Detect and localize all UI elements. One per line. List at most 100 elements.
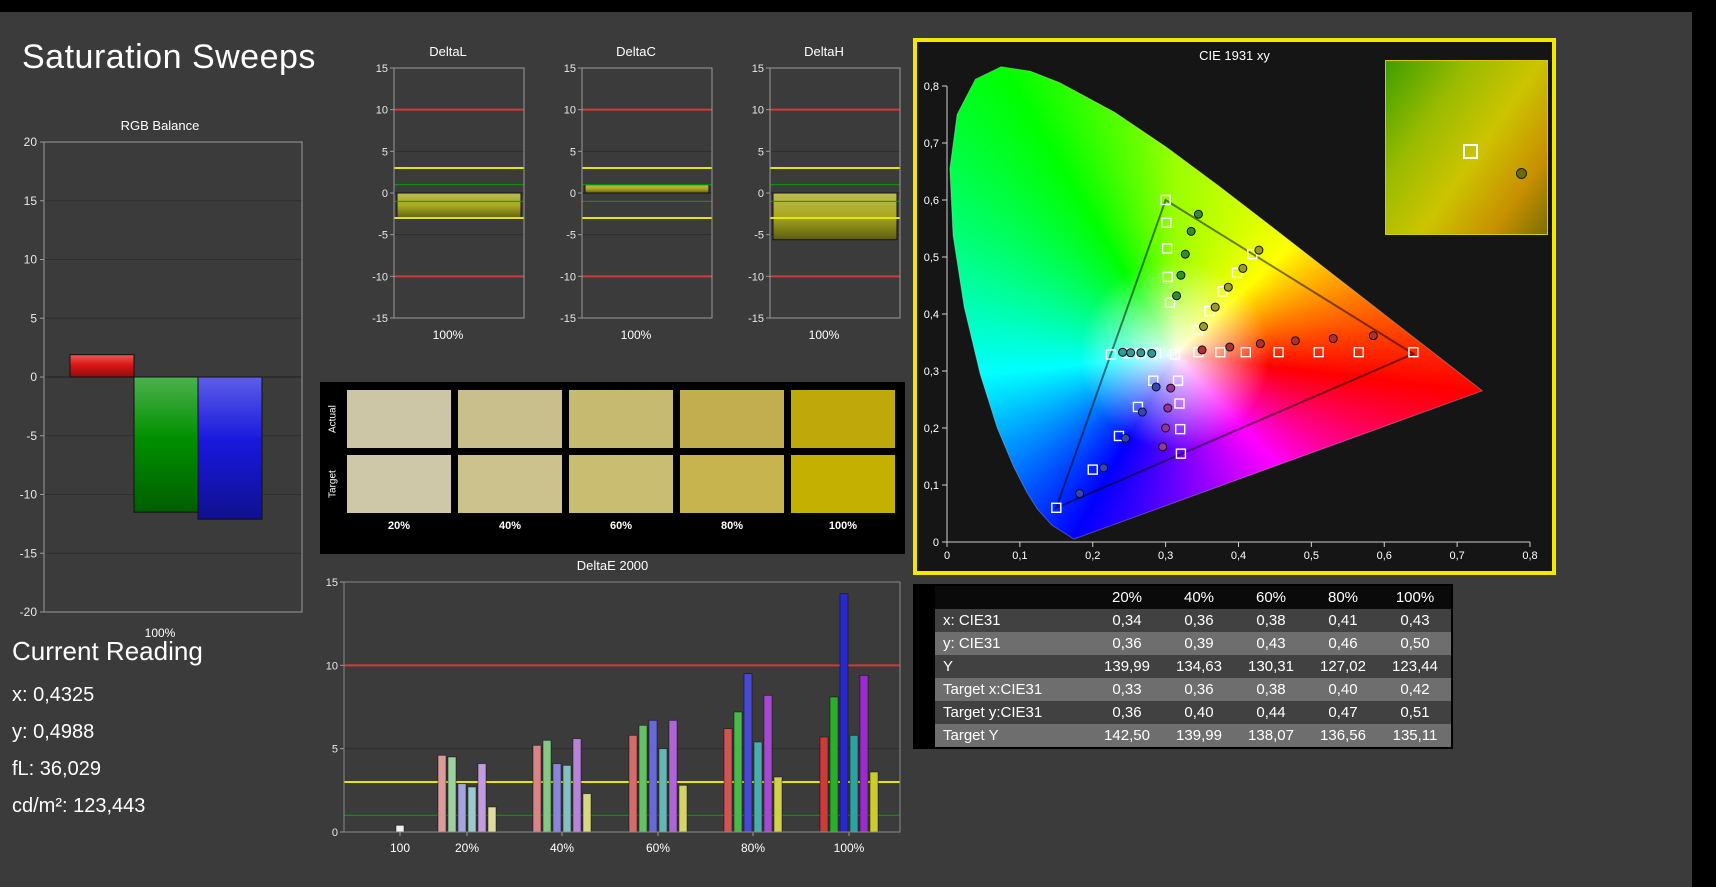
x-tick-label: 0,5	[1304, 550, 1319, 562]
cie-measured-point-green	[1180, 249, 1190, 259]
swatch-column-label: 40%	[498, 520, 522, 532]
actual-target-swatch-panel[interactable]: Actual Target 20% 40% 60% 80% 100%	[320, 382, 905, 554]
value-cell: 0,36	[1163, 609, 1235, 632]
deltae-bar	[668, 719, 678, 833]
deltae-bar	[839, 593, 849, 833]
rgb-balance-title: RGB Balance	[120, 118, 200, 133]
cie-measured-point-cyan	[1126, 348, 1136, 358]
row-indicator-cell	[915, 632, 935, 655]
table-column-header: 100%	[1379, 586, 1451, 609]
delta-h-plot: 15 10 5 0 -5 -10 -15	[748, 63, 901, 325]
cie-measured-point-blue	[1151, 382, 1161, 392]
y-tick-label: -20	[20, 605, 38, 619]
reading-y: y: 0,4988	[12, 721, 95, 743]
row-indicator-cell	[915, 678, 935, 701]
y-tick-label: 15	[24, 194, 38, 208]
y-tick-label: 5	[570, 146, 576, 158]
right-black-bar	[1692, 0, 1716, 887]
delta-l-chart[interactable]: DeltaL 15 10 5 0 -5 -10 -15 100%	[368, 44, 528, 342]
reading-x: x: 0,4325	[12, 684, 95, 706]
swatch-column-labels: 20% 40% 60% 80% 100%	[326, 520, 895, 532]
deltae-bar	[552, 763, 562, 833]
deltae-bar	[542, 739, 552, 833]
swatch-column-label: 60%	[609, 520, 633, 532]
value-cell: 142,50	[1091, 724, 1163, 747]
cie-measured-point-blue	[1099, 463, 1109, 473]
delta-h-title: DeltaH	[804, 44, 844, 59]
value-cell: 0,41	[1307, 609, 1379, 632]
y-tick-label: -15	[20, 546, 38, 560]
rgb-balance-chart[interactable]: RGB Balance 20 15 10 5 0 -5 -10 -15 -20 100%	[10, 118, 310, 640]
cie-target-point	[1162, 271, 1174, 283]
cie-measured-point-red	[1197, 345, 1207, 355]
cie-measured-point-cyan	[1147, 348, 1157, 358]
x-tick-label: 0,2	[1085, 550, 1100, 562]
row-label-cell: x: CIE31	[935, 609, 1091, 632]
measurement-table-panel[interactable]: 20% 40% 60% 80% 100% x: CIE31 0,34 0,36 0,38 0,41…	[913, 584, 1453, 749]
table-column-header: 60%	[1235, 586, 1307, 609]
swatch-row: Actual	[326, 390, 895, 448]
y-tick-label: 0	[382, 188, 388, 200]
red-balance-bar	[69, 354, 135, 378]
row-label-cell: y: CIE31	[935, 632, 1091, 655]
swatch-target-80%	[680, 455, 784, 513]
cie-target-point	[1353, 346, 1364, 358]
y-tick-label: 0,6	[924, 195, 939, 207]
deltae-bar	[763, 694, 773, 833]
y-tick-label: 0	[758, 188, 764, 200]
y-tick-label: 20	[24, 135, 38, 149]
value-cell: 138,07	[1235, 724, 1307, 747]
cie-target-point	[1161, 217, 1172, 229]
deltae-2000-title: DeltaE 2000	[576, 558, 649, 573]
x-tick-label: 0,4	[1231, 550, 1246, 562]
cie-1931-chart[interactable]: CIE 1931 xy 0 0,1 0,2 0,3 0,4 0,5 0,6 0,7 0,8 0 0,…	[913, 38, 1556, 575]
value-cell: 0,36	[1091, 632, 1163, 655]
y-tick-label: 10	[326, 660, 338, 672]
delta-c-chart[interactable]: DeltaC 15 10 5 0 -5 -10 -15 100%	[556, 44, 716, 342]
cie-measured-point-yellow	[1223, 282, 1233, 292]
cie-zoom-inset[interactable]	[1385, 60, 1548, 235]
y-tick-label: 10	[752, 105, 764, 117]
y-tick-label: 0	[933, 537, 939, 549]
deltae-bar	[859, 674, 869, 833]
delta-l-title: DeltaL	[429, 44, 467, 59]
y-tick-label: 0	[570, 188, 576, 200]
value-cell: 134,63	[1163, 655, 1235, 678]
cie-measured-point-cyan	[1136, 348, 1146, 358]
delta-c-title: DeltaC	[616, 44, 656, 59]
swatch-column-label: 100%	[828, 520, 858, 532]
y-tick-label: 0	[332, 827, 338, 839]
delta-h-x-label: 100%	[808, 328, 840, 342]
y-tick-label: -10	[748, 271, 764, 283]
table-corner-cell	[915, 586, 935, 609]
x-tick-label: 0,7	[1449, 550, 1464, 562]
y-tick-label: 0,3	[924, 366, 939, 378]
swatch-target-40%	[458, 455, 562, 513]
cie-measured-point-red	[1255, 339, 1265, 349]
y-tick-label: -5	[378, 230, 388, 242]
value-cell: 0,38	[1235, 678, 1307, 701]
delta-h-chart[interactable]: DeltaH 15 10 5 0 -5 -10 -15 100%	[744, 44, 904, 342]
x-tick-label: 0	[944, 550, 950, 562]
cie-target-point	[1215, 346, 1226, 358]
deltae-bar	[648, 719, 658, 833]
deltae-2000-plot[interactable]: 0 5 10 15 100 20% 40% 60% 80% 100%	[320, 574, 905, 874]
cie-measured-point-blue	[1137, 407, 1147, 417]
x-tick-label: 0,8	[1522, 550, 1537, 562]
calibration-app-window: Saturation Sweeps RGB Balance 20 15 10 5 0 -5…	[0, 0, 1716, 887]
deltae-bar	[819, 736, 829, 833]
cie-measured-point-magenta	[1161, 423, 1171, 433]
deltae-bar	[562, 764, 572, 833]
deltae-bar	[467, 786, 477, 833]
value-cell: 0,39	[1163, 632, 1235, 655]
y-tick-label: -15	[748, 313, 764, 325]
y-tick-label: 5	[332, 744, 338, 756]
cie-target-point	[1175, 423, 1186, 435]
y-tick-label: -10	[372, 271, 388, 283]
swatch-label-spacer	[326, 520, 340, 532]
deltae-bar	[477, 763, 487, 833]
deltae-bar	[849, 734, 859, 833]
gamut-triangle	[1054, 198, 1416, 510]
deltae-bar	[723, 728, 733, 833]
deltae-bar	[487, 806, 497, 833]
